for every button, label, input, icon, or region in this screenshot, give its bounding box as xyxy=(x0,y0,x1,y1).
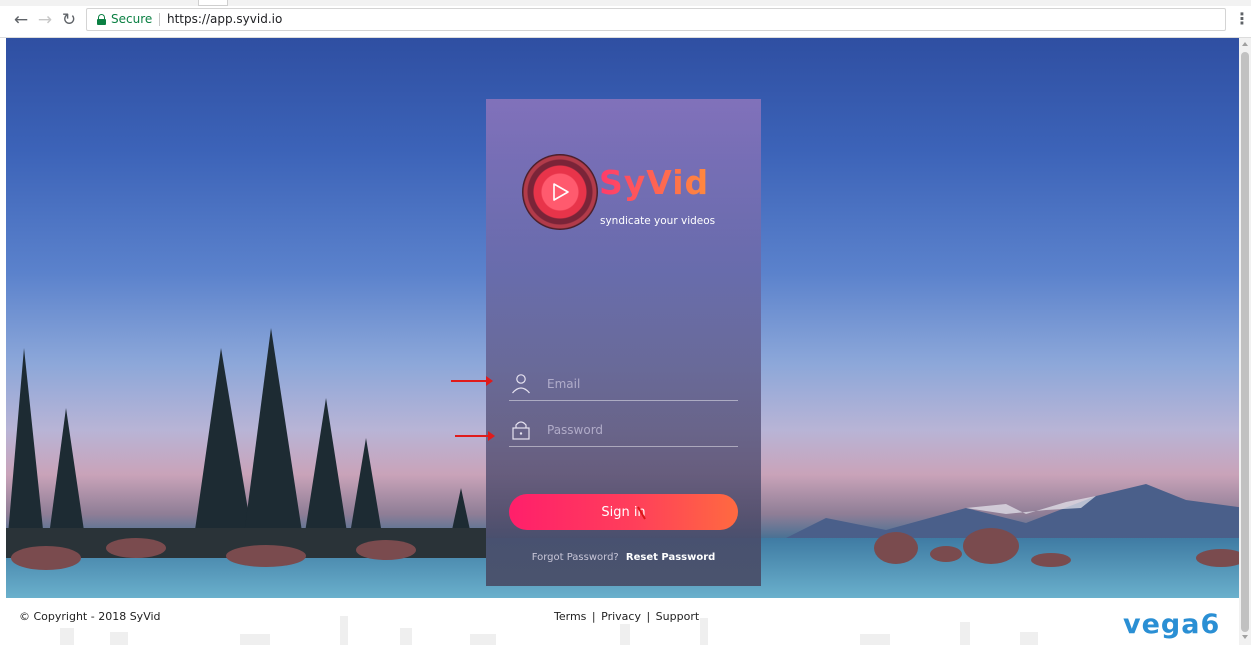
secure-label: Secure xyxy=(111,12,153,26)
password-field[interactable] xyxy=(509,413,738,447)
svg-text:vega6: vega6 xyxy=(1123,609,1220,639)
browser-tab[interactable] xyxy=(198,0,228,6)
brand-tagline: syndicate your videos xyxy=(600,215,716,227)
footer-separator: | xyxy=(646,610,651,623)
footer-separator: | xyxy=(591,610,596,623)
browser-toolbar: ← → ↻ Secure https://app.syvid.io ⋮ xyxy=(0,0,1251,38)
reset-password-link[interactable]: Reset Password xyxy=(626,552,715,563)
brand-name: SyVid xyxy=(599,163,710,202)
url-text[interactable]: https://app.syvid.io xyxy=(167,9,282,30)
forgot-password-label: Forgot Password? xyxy=(531,552,619,563)
vega6-logo[interactable]: vega6 xyxy=(1121,607,1231,639)
back-arrow-icon[interactable]: ← xyxy=(10,10,32,30)
play-icon xyxy=(553,183,569,201)
terms-link[interactable]: Terms xyxy=(554,610,586,623)
syvid-logo-icon xyxy=(522,154,598,230)
footer-links: Terms | Privacy | Support xyxy=(553,610,700,623)
page-footer: © Copyright - 2018 SyVid Terms | Privacy… xyxy=(0,598,1239,645)
copyright-text: © Copyright - 2018 SyVid xyxy=(19,610,161,623)
reload-icon[interactable]: ↻ xyxy=(58,10,80,30)
signin-button[interactable]: Sign in xyxy=(509,494,738,530)
page-scrollbar[interactable] xyxy=(1239,38,1251,645)
email-input[interactable] xyxy=(547,373,732,395)
scroll-up-icon[interactable] xyxy=(1242,42,1248,46)
address-separator xyxy=(159,13,160,26)
padlock-icon xyxy=(512,421,530,440)
email-field[interactable] xyxy=(509,367,738,401)
mouse-pointer-icon xyxy=(637,506,646,520)
scrollbar-thumb[interactable] xyxy=(1241,52,1249,632)
annotation-arrow-password xyxy=(455,431,495,441)
tab-strip xyxy=(0,0,1251,6)
lock-icon xyxy=(97,14,106,25)
kebab-menu-icon[interactable]: ⋮ xyxy=(1234,10,1250,30)
privacy-link[interactable]: Privacy xyxy=(601,610,641,623)
support-link[interactable]: Support xyxy=(656,610,699,623)
user-icon xyxy=(512,374,530,394)
password-input[interactable] xyxy=(547,419,732,441)
forgot-password-row: Forgot Password? Reset Password xyxy=(509,551,738,565)
address-bar[interactable]: Secure https://app.syvid.io xyxy=(86,8,1226,31)
forward-arrow-icon[interactable]: → xyxy=(34,10,56,30)
annotation-arrow-email xyxy=(451,376,493,386)
scroll-down-icon[interactable] xyxy=(1242,635,1248,639)
